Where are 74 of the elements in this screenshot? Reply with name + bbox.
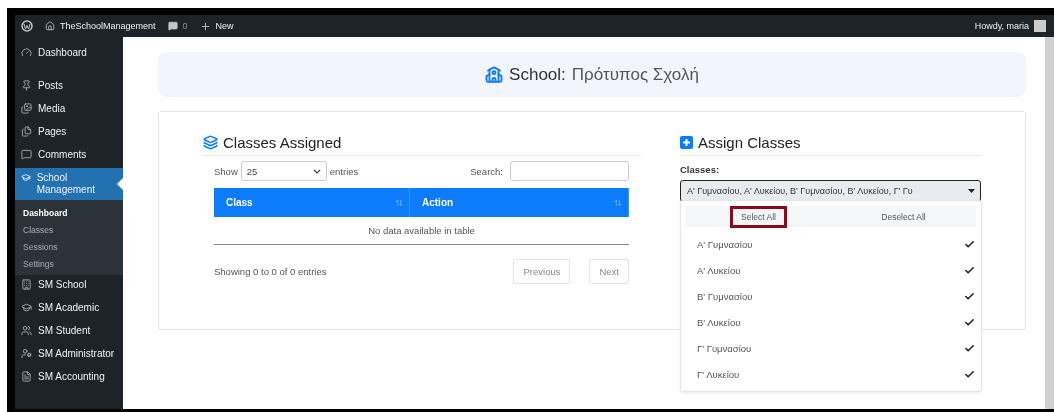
show-label: Show <box>214 165 238 177</box>
submenu-item[interactable]: Dashboard <box>15 208 123 218</box>
class-option[interactable]: Α' Γυμνασίου <box>681 231 981 257</box>
pagination-button[interactable]: Next <box>589 259 629 284</box>
check-icon <box>964 290 975 302</box>
greeting-link[interactable]: Howdy, maria <box>974 21 1029 31</box>
header-label: School: <box>509 64 566 85</box>
logo-icon[interactable] <box>21 20 33 32</box>
sort-icon <box>614 198 622 207</box>
class-option[interactable]: Β' Γυμνασίου <box>681 283 981 309</box>
entries-label: entries <box>329 165 359 177</box>
school-icon <box>485 65 504 84</box>
section-title: Classes Assigned <box>223 134 342 151</box>
menu-action-button[interactable]: Deselect All <box>870 206 937 228</box>
pagination-button[interactable]: Previous <box>513 259 571 284</box>
graduation-cap-icon <box>21 172 31 183</box>
class-option[interactable]: Β' Λυκείου <box>681 309 981 335</box>
avatar[interactable] <box>1034 20 1046 32</box>
empty-message: No data available in table <box>367 224 476 238</box>
sort-icon <box>395 198 403 207</box>
sidebar-item[interactable]: SM Accounting <box>15 367 123 390</box>
pin-icon <box>21 80 32 91</box>
school-name: Πρότυπος Σχολή <box>571 64 699 85</box>
field-label: Classes: <box>680 164 721 175</box>
images-icon <box>21 103 32 114</box>
class-option[interactable]: Γ' Λυκείου <box>681 361 981 387</box>
sidebar-item[interactable]: SM Administrator <box>15 344 123 367</box>
gauge-icon <box>21 47 32 58</box>
column-header[interactable]: Class <box>214 188 410 217</box>
sidebar-item[interactable]: Posts <box>15 76 123 99</box>
site-link[interactable]: TheSchoolManagement <box>60 21 156 31</box>
search-field[interactable] <box>510 161 629 181</box>
search-label: Search: <box>470 165 503 177</box>
sidebar-item[interactable]: Media <box>15 99 123 122</box>
sidebar-item[interactable]: SM School <box>15 275 123 298</box>
comment-icon <box>21 149 32 160</box>
column-header[interactable]: Action <box>410 188 629 217</box>
sidebar-item[interactable]: School Management <box>15 168 123 200</box>
class-option[interactable]: Γ' Γυμνασίου <box>681 335 981 361</box>
document-icon <box>21 371 32 382</box>
check-icon <box>964 368 975 380</box>
layers-icon <box>203 135 218 150</box>
sidebar-item[interactable]: Dashboard <box>15 43 123 66</box>
plus-icon <box>199 20 211 32</box>
users-icon <box>21 325 32 336</box>
menu-action-button[interactable]: Select All <box>730 206 787 228</box>
pages-icon <box>21 126 32 137</box>
graduation-cap-icon <box>21 302 32 313</box>
new-link[interactable]: New <box>215 21 234 31</box>
class-option[interactable]: Α' Λυκείου <box>681 257 981 283</box>
table-info: Showing 0 to 0 of 0 entries <box>214 266 327 277</box>
submenu-item[interactable]: Sessions <box>15 242 123 252</box>
page-length-select[interactable]: 25 <box>240 161 327 181</box>
user-gear-icon <box>21 348 32 359</box>
submenu-item[interactable]: Settings <box>15 259 123 269</box>
classes-select[interactable]: Α' Γυμνασίου, Α' Λυκείου, Β' Γυμνασίου, Β' Λυκείου, Γ' Γυ <box>680 180 981 202</box>
sidebar-item[interactable]: SM Academic <box>15 298 123 321</box>
chevron-icon <box>312 168 321 174</box>
comment-icon <box>167 21 178 31</box>
check-icon <box>964 264 975 276</box>
building-icon <box>21 279 32 290</box>
sidebar-item[interactable]: SM Student <box>15 321 123 344</box>
comment-count[interactable]: 0 <box>182 21 188 31</box>
plus-square-icon <box>680 136 693 149</box>
sidebar-item[interactable]: Pages <box>15 122 123 145</box>
scrollbar[interactable] <box>1045 37 1054 409</box>
submenu-item[interactable]: Classes <box>15 225 123 235</box>
section-title: Assign Classes <box>698 134 801 151</box>
sidebar-item[interactable]: Comments <box>15 145 123 168</box>
check-icon <box>964 342 975 354</box>
caret-icon <box>968 189 975 193</box>
check-icon <box>964 238 975 250</box>
home-icon <box>45 21 55 31</box>
check-icon <box>964 316 975 328</box>
